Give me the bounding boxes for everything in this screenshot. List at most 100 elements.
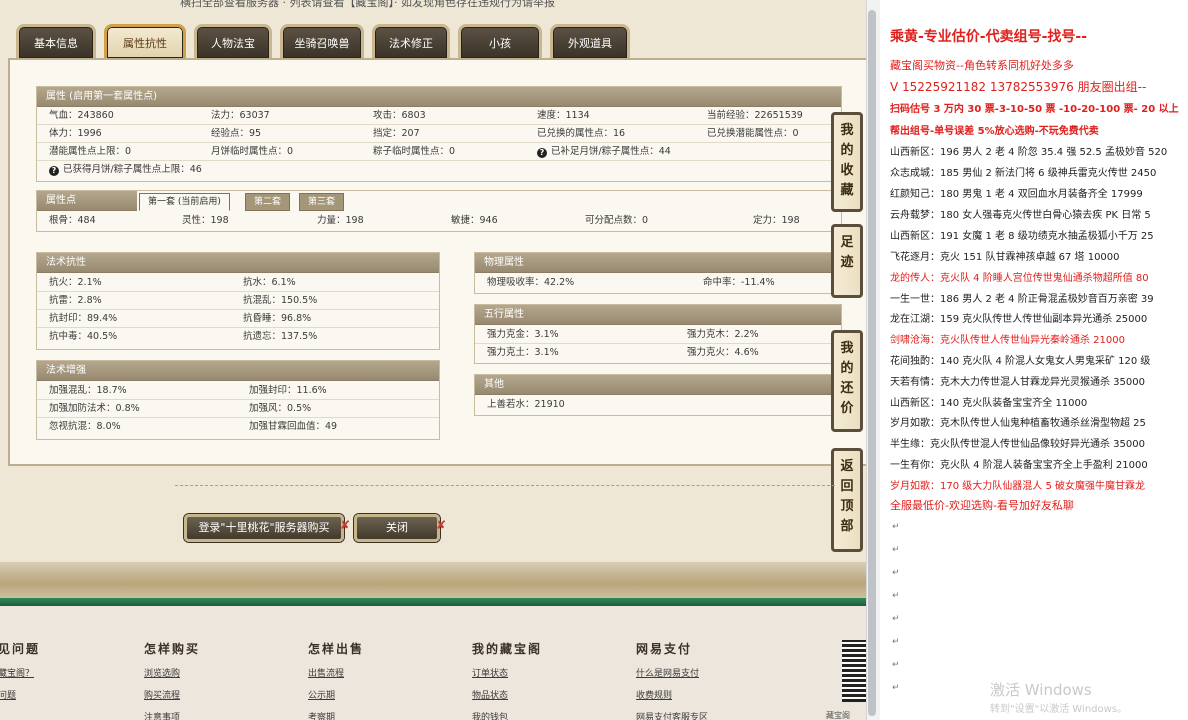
doc-line: 一生有你：克火队 4 阶混人装备宝宝齐全上手盈利 21000 [890,460,1148,471]
footer-column: 怎样出售 出售流程 公示期 考察期 [308,640,364,720]
tab-mounts-pets[interactable]: 坐骑召唤兽 [280,24,364,58]
attr-row: 气血：243860 法力：63037 攻击：6803 速度：1134 当前经验：… [37,107,841,125]
footer-link[interactable]: 收费规则 [636,688,708,701]
doc-line: 帮出组号-单号误差 5%放心选购-不玩免费代卖 [890,126,1099,137]
footer-link[interactable]: 什么是网易支付 [636,666,708,679]
footer-link[interactable]: 出售流程 [308,666,364,679]
attr-cell-text: 已获得月饼/粽子属性点上限：46 [63,164,202,175]
physical-cell: 命中率：-11.4% [703,277,775,288]
paragraph-mark-icon: ↵ [892,660,900,670]
my-bargain-button[interactable]: 我 的 还 价 [831,330,863,432]
attr-cell-text: 已补足月饼/粽子属性点：44 [551,146,671,157]
footer-link[interactable]: 藏宝阁？ [0,666,40,679]
my-favorites-button[interactable]: 我 的 收 藏 [831,112,863,212]
points-section: 属性点 第一套 (当前启用) 第二套 第三套 根骨：484 灵性：198 力量：… [36,190,842,232]
attr-cell: 速度：1134 [537,110,590,121]
attr-cell: 攻击：6803 [373,110,426,121]
footprint-button[interactable]: 足 迹 [831,224,863,298]
subtab-set-1[interactable]: 第一套 (当前启用) [139,193,230,211]
resist-cell: 抗火：2.1% [49,277,102,288]
side-nav-char: 足 [840,235,854,250]
enhance-cell: 加强加防法术：0.8% [49,403,140,414]
attr-cell: 当前经验：22651539 [707,110,803,121]
scrollbar-thumb[interactable] [868,10,876,716]
side-nav-char: 回 [840,479,854,494]
footer-link[interactable]: 购买流程 [144,688,200,701]
question-icon[interactable]: ? [49,166,59,176]
five-elements-section: 五行属性 强力克金：3.1% 强力克木：2.2% 强力克土：3.1% 强力克火：… [474,304,842,364]
footer-link[interactable]: 问题 [0,688,40,701]
side-nav-char: 我 [840,123,854,138]
footer-link[interactable]: 浏览选购 [144,666,200,679]
enhance-cell: 加强封印：11.6% [249,385,327,396]
footer-link[interactable]: 注意事项 [144,710,200,720]
attr-cell: 经验点：95 [211,128,262,139]
decorative-band-line [0,598,866,606]
doc-line: 半生缘：克火队传世混人传世仙品像较好异光通杀 35000 [890,439,1145,450]
subtab-set-2[interactable]: 第二套 [245,193,291,211]
attr-cell: 体力：1996 [49,128,102,139]
question-icon[interactable]: ? [537,148,547,158]
footer-link[interactable]: 我的钱包 [472,710,542,720]
five-elements-cell: 强力克土：3.1% [487,347,559,358]
tab-spell-correction[interactable]: 法术修正 [372,24,450,58]
resist-section: 法术抗性 抗火：2.1% 抗水：6.1% 抗雷：2.8% 抗混乱：150.5% … [36,252,440,350]
physical-cell: 物理吸收率：42.2% [487,277,575,288]
content-panel: 属性 (启用第一套属性点) 气血：243860 法力：63037 攻击：6803… [8,58,866,466]
attr-cell: 挡定：207 [373,128,420,139]
close-button[interactable]: 关闭 [354,514,440,542]
footer-heading: 我的藏宝阁 [472,642,543,656]
side-nav-char: 顶 [840,499,854,514]
doc-line: 岁月如歌：克木队传世人仙鬼种植畜牧通杀丝滑型物超 25 [890,418,1146,429]
paragraph-mark-icon: ↵ [892,614,900,624]
paragraph-mark-icon: ↵ [892,683,900,693]
tab-attributes[interactable]: 属性抗性 [104,24,186,58]
footer-link[interactable]: 考察期 [308,710,364,720]
tab-appearance[interactable]: 外观道具 [550,24,630,58]
resist-cell: 抗封印：89.4% [49,313,118,324]
footer-link[interactable]: 公示期 [308,688,364,701]
doc-line: 龙的传人：克火队 4 阶睡人宫位传世鬼仙通杀物超所值 80 [890,273,1149,284]
other-row: 上善若水：21910 [475,396,841,414]
paragraph-mark-icon: ↵ [892,545,900,555]
tab-child[interactable]: 小孩 [458,24,542,58]
resist-cell: 抗水：6.1% [243,277,296,288]
five-elements-cell: 强力克金：3.1% [487,329,559,340]
points-cell: 定力：198 [753,215,800,226]
subtab-set-3[interactable]: 第三套 [299,193,345,211]
doc-line: 飞花逐月：克火 151 队甘霖神孩卓越 67 塔 10000 [890,252,1120,263]
five-elements-row: 强力克土：3.1% 强力克火：4.6% [475,344,841,362]
doc-line: V 15225921182 13782553976 朋友圈出组-- [890,80,1147,94]
enhance-cell: 加强混乱：18.7% [49,385,127,396]
footer-column: 网易支付 什么是网易支付 收费规则 网易支付客服专区 [636,640,708,720]
doc-line: 天若有情：克木大力传世混人甘霖龙异光灵猴通杀 35000 [890,377,1145,388]
doc-line: 云舟载梦：180 女人强毒克火传世白骨心猿去疾 PK 日常 5 [890,210,1151,221]
attr-cell: ? 已获得月饼/粽子属性点上限：46 [49,161,202,179]
paragraph-mark-icon: ↵ [892,591,900,601]
footer-column: 怎样购买 浏览选购 购买流程 注意事项 [144,640,200,720]
footer-link[interactable]: 订单状态 [472,666,542,679]
dashed-divider [175,485,835,486]
five-elements-row: 强力克金：3.1% 强力克木：2.2% [475,326,841,344]
resist-row: 抗雷：2.8% 抗混乱：150.5% [37,292,439,310]
doc-line: 藏宝阁买物资--角色转系同机好处多多 [890,59,1074,72]
decorative-band [0,562,866,598]
resist-row: 抗中毒：40.5% 抗遗忘：137.5% [37,328,439,346]
doc-line: 全服最低价-欢迎选购-看号加好友私聊 [890,499,1074,512]
side-nav-char: 价 [840,401,854,416]
footer-link[interactable]: 物品状态 [472,688,542,701]
resist-cell: 抗雷：2.8% [49,295,102,306]
paragraph-mark-icon: ↵ [892,637,900,647]
resist-title: 法术抗性 [37,253,439,273]
tab-basic-info[interactable]: 基本信息 [16,24,96,58]
attr-cell: 月饼临时属性点：0 [211,146,294,157]
login-server-buy-button[interactable]: 登录"十里桃花"服务器购买 [184,514,344,542]
back-to-top-button[interactable]: 返 回 顶 部 [831,448,863,552]
points-row: 根骨：484 灵性：198 力量：198 敏捷：946 可分配点数：0 定力：1… [37,212,841,230]
physical-section: 物理属性 物理吸收率：42.2% 命中率：-11.4% [474,252,842,294]
points-cell: 力量：198 [317,215,364,226]
tab-treasures[interactable]: 人物法宝 [194,24,272,58]
side-nav-char: 藏 [840,183,854,198]
footer-link[interactable]: 网易支付客服专区 [636,710,708,720]
resist-cell: 抗昏睡：96.8% [243,313,312,324]
